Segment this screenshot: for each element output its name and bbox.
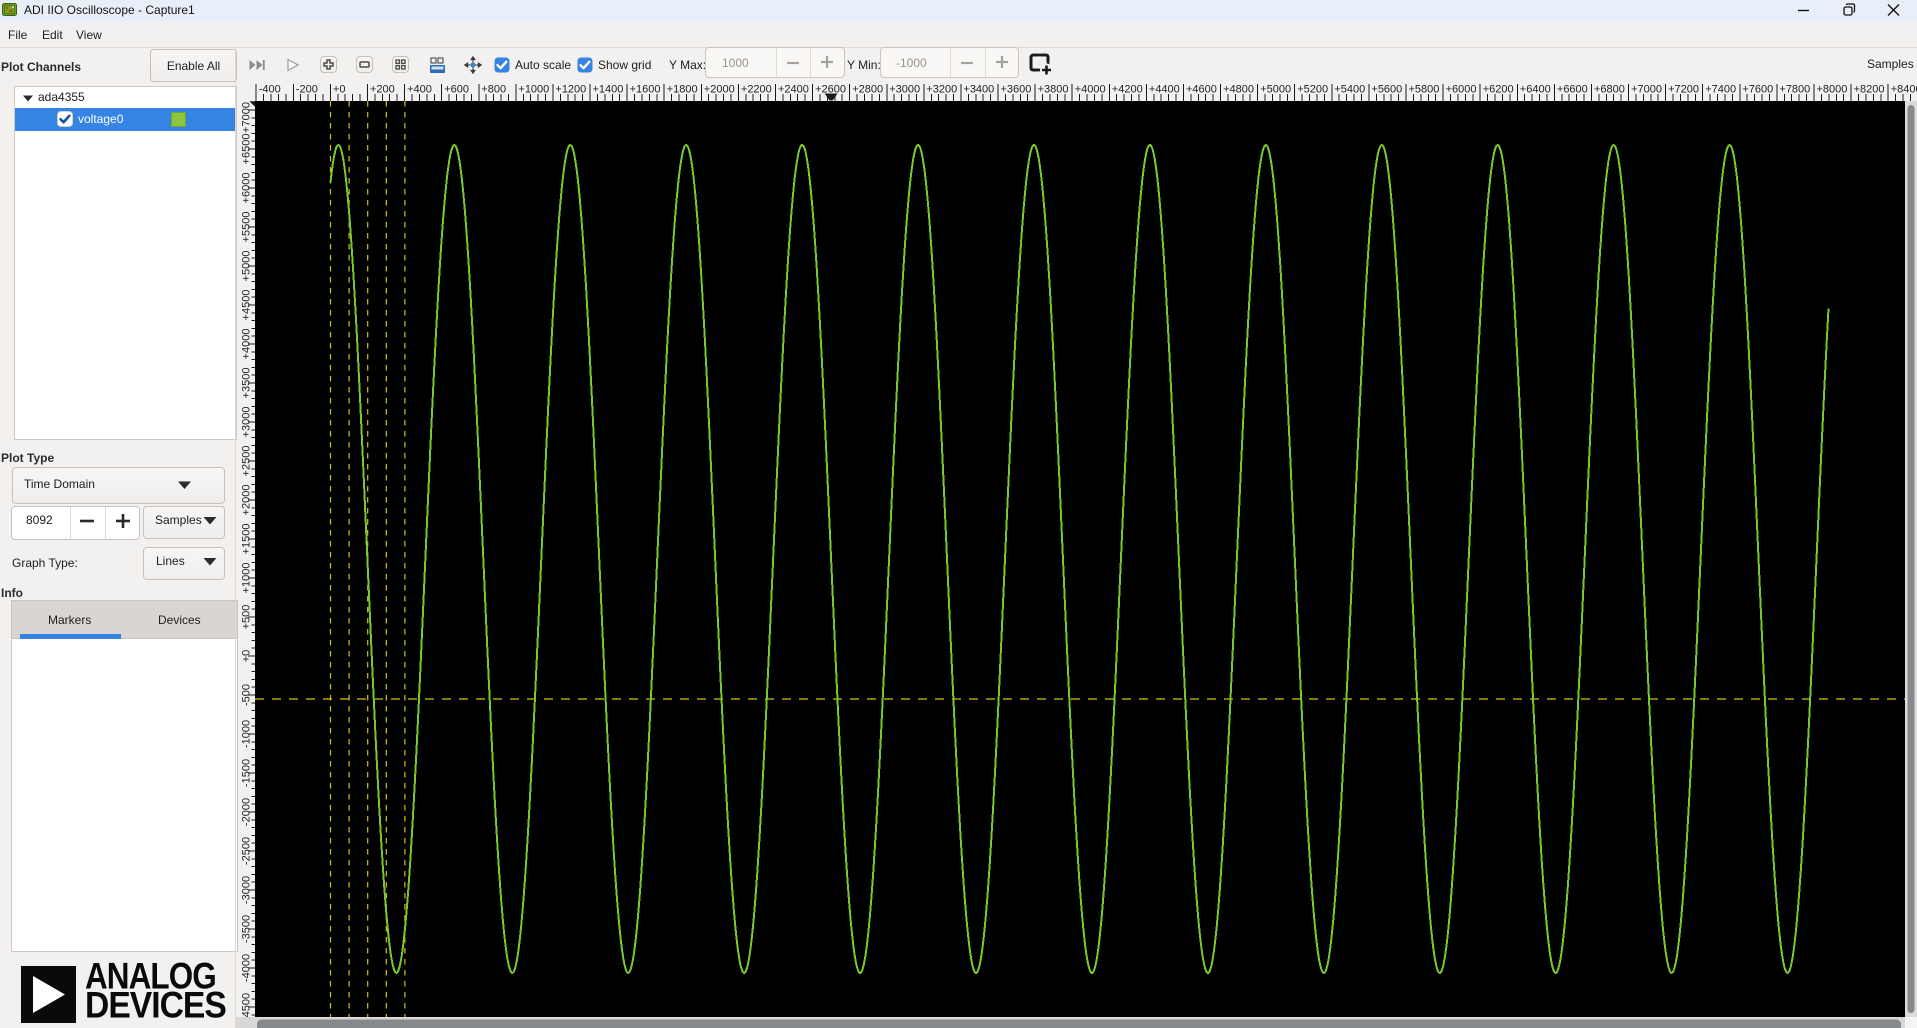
- svg-text:+5400: +5400: [1334, 84, 1365, 96]
- svg-text:+5800: +5800: [1409, 84, 1440, 96]
- svg-text:+3200: +3200: [926, 84, 957, 96]
- svg-text:+0: +0: [333, 84, 346, 96]
- svg-text:-2000: -2000: [241, 798, 253, 826]
- svg-text:+1600: +1600: [630, 84, 661, 96]
- svg-text:+5500: +5500: [241, 212, 253, 243]
- svg-text:-2500: -2500: [241, 837, 253, 865]
- svg-text:+1500: +1500: [241, 524, 253, 555]
- svg-text:+3400: +3400: [963, 84, 994, 96]
- svg-text:+7800: +7800: [1779, 84, 1810, 96]
- svg-text:+3800: +3800: [1038, 84, 1069, 96]
- svg-text:+1000: +1000: [518, 84, 549, 96]
- svg-text:+1800: +1800: [667, 84, 698, 96]
- svg-text:+3500: +3500: [241, 368, 253, 399]
- svg-text:+4400: +4400: [1149, 84, 1180, 96]
- svg-text:-4000: -4000: [241, 954, 253, 982]
- svg-text:+2000: +2000: [704, 84, 735, 96]
- svg-text:+1400: +1400: [593, 84, 624, 96]
- svg-text:+3000: +3000: [241, 407, 253, 438]
- svg-text:+6000: +6000: [241, 173, 253, 204]
- svg-text:-400: -400: [259, 84, 281, 96]
- svg-text:+2000: +2000: [241, 485, 253, 516]
- svg-text:+3000: +3000: [889, 84, 920, 96]
- svg-text:+7000: +7000: [1631, 84, 1662, 96]
- svg-text:+4000: +4000: [1075, 84, 1106, 96]
- svg-text:+2800: +2800: [852, 84, 883, 96]
- svg-text:+4200: +4200: [1112, 84, 1143, 96]
- svg-text:+500: +500: [241, 605, 253, 630]
- svg-text:+4800: +4800: [1223, 84, 1254, 96]
- svg-text:+5600: +5600: [1371, 84, 1402, 96]
- svg-text:-200: -200: [296, 84, 318, 96]
- svg-text:+6200: +6200: [1483, 84, 1514, 96]
- svg-text:+2400: +2400: [778, 84, 809, 96]
- svg-text:+6000: +6000: [1446, 84, 1477, 96]
- svg-text:+4600: +4600: [1186, 84, 1217, 96]
- svg-text:+5000: +5000: [1260, 84, 1291, 96]
- svg-text:+400: +400: [407, 84, 432, 96]
- svg-text:+3600: +3600: [1001, 84, 1032, 96]
- svg-text:+6600: +6600: [1557, 84, 1588, 96]
- svg-text:-500: -500: [241, 684, 253, 706]
- svg-text:+6400: +6400: [1520, 84, 1551, 96]
- svg-text:-3500: -3500: [241, 915, 253, 943]
- svg-text:-1500: -1500: [241, 759, 253, 787]
- svg-text:+8000: +8000: [1817, 84, 1848, 96]
- svg-text:-1000: -1000: [241, 720, 253, 748]
- svg-text:+7600: +7600: [1742, 84, 1773, 96]
- svg-text:+4000: +4000: [241, 329, 253, 360]
- svg-text:+800: +800: [481, 84, 506, 96]
- svg-text:+8400: +8400: [1891, 84, 1917, 96]
- svg-text:+5000: +5000: [241, 251, 253, 282]
- svg-text:+0: +0: [241, 650, 253, 663]
- svg-text:+2500: +2500: [241, 446, 253, 477]
- svg-text:+8200: +8200: [1854, 84, 1885, 96]
- svg-text:-4500: -4500: [241, 993, 253, 1021]
- svg-text:+600: +600: [444, 84, 469, 96]
- svg-text:+6500: +6500: [241, 134, 253, 165]
- svg-text:+4500: +4500: [241, 290, 253, 321]
- svg-text:+6800: +6800: [1594, 84, 1625, 96]
- svg-text:+2200: +2200: [741, 84, 772, 96]
- svg-text:+5200: +5200: [1297, 84, 1328, 96]
- svg-text:+200: +200: [370, 84, 395, 96]
- svg-text:+7000: +7000: [241, 102, 253, 133]
- svg-text:+7400: +7400: [1705, 84, 1736, 96]
- svg-text:+7200: +7200: [1668, 84, 1699, 96]
- svg-text:+1200: +1200: [555, 84, 586, 96]
- svg-text:+1000: +1000: [241, 563, 253, 594]
- svg-text:-3000: -3000: [241, 876, 253, 904]
